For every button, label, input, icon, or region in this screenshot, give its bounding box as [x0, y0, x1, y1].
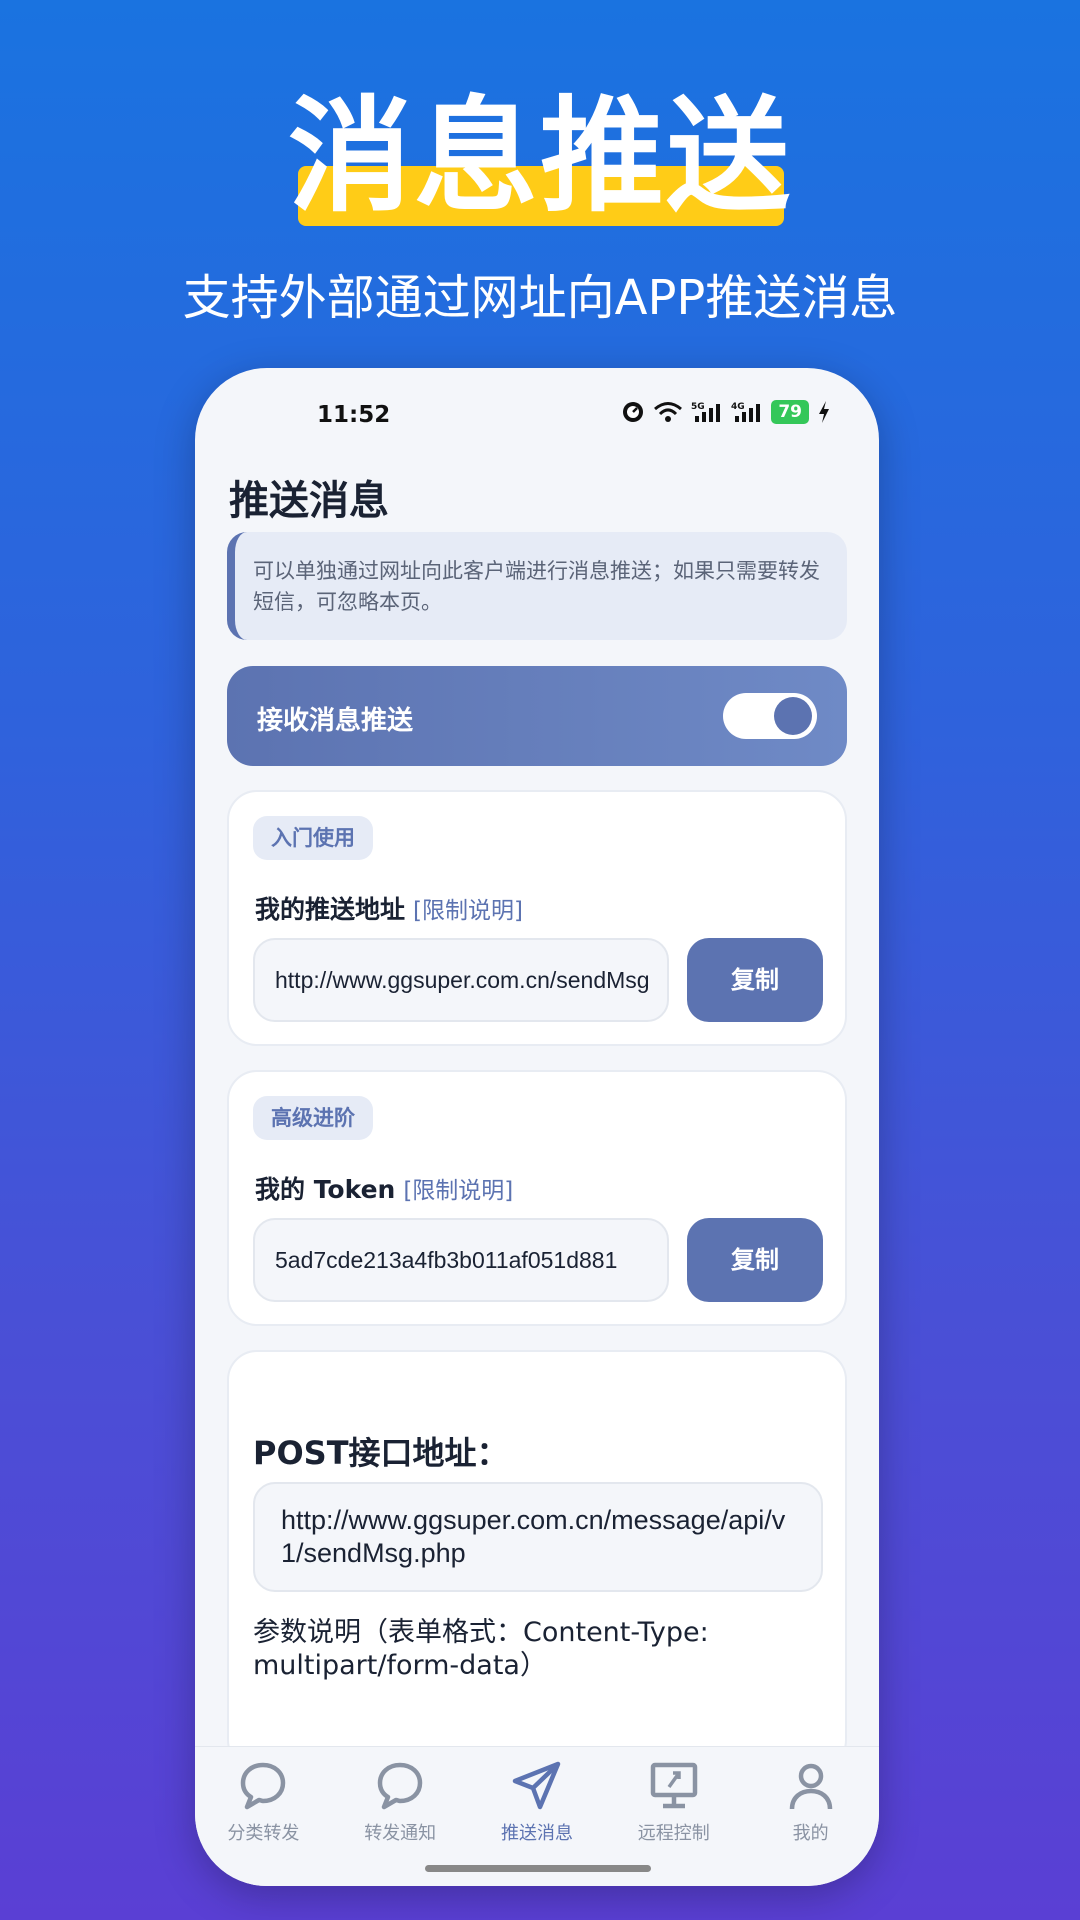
- remote-monitor-icon: [650, 1762, 698, 1809]
- signal-5g-label: 5G: [691, 402, 705, 412]
- push-address-field[interactable]: http://www.ggsuper.com.cn/sendMsg: [253, 938, 669, 1022]
- receive-push-toggle[interactable]: [723, 693, 817, 739]
- speedometer-icon: [623, 402, 644, 422]
- scroll-content[interactable]: 11:52 5G 4G 79 推送消息 可以单独通过网址向此客户端进行消息推送；…: [195, 368, 879, 1746]
- tab-push-message[interactable]: 推送消息: [469, 1759, 606, 1845]
- tab-label: 推送消息: [500, 1823, 573, 1844]
- post-api-card: POST接口地址： http://www.ggsuper.com.cn/mess…: [227, 1350, 847, 1746]
- signal-5g-icon: 5G: [691, 402, 721, 422]
- promo-title: 消息推送: [287, 85, 792, 229]
- promo-header: 消息推送: [0, 82, 1080, 232]
- basic-usage-tag: 入门使用: [253, 816, 373, 860]
- notice-box: 可以单独通过网址向此客户端进行消息推送；如果只需要转发短信，可忽略本页。: [227, 532, 847, 640]
- tab-category-forward[interactable]: 分类转发: [195, 1759, 332, 1845]
- post-api-title: POST接口地址：: [253, 1434, 509, 1472]
- token-label: 我的 Token [限制说明]: [255, 1170, 513, 1206]
- promo-subtitle: 支持外部通过网址向APP推送消息: [182, 270, 898, 326]
- status-icons: 5G 4G 79: [621, 400, 831, 424]
- wifi-icon: [654, 402, 683, 422]
- tab-mine[interactable]: 我的: [742, 1759, 879, 1845]
- bottom-tab-bar: 分类转发 转发通知 推送消息 远程控制 我的: [195, 1746, 879, 1886]
- param-description: 参数说明（表单格式：Content-Type: multipart/form-d…: [253, 1617, 709, 1681]
- token-field[interactable]: 5ad7cde213a4fb3b011af051d881: [253, 1218, 669, 1302]
- tab-label: 我的: [792, 1823, 829, 1844]
- phone-frame: 11:52 5G 4G 79 推送消息 可以单独通过网址向此客户端进行消息推送；…: [195, 368, 879, 1886]
- page-title: 推送消息: [229, 478, 389, 524]
- advanced-tag: 高级进阶: [253, 1096, 373, 1140]
- copy-token-button[interactable]: 复制: [687, 1218, 823, 1302]
- push-address-label-text: 我的推送地址: [255, 895, 406, 924]
- chat-bubble-icon: [241, 1762, 286, 1810]
- toggle-knob: [774, 697, 812, 735]
- tab-label: 转发通知: [364, 1823, 437, 1844]
- receive-push-card: 接收消息推送: [227, 666, 847, 766]
- token-label-text: 我的 Token: [255, 1175, 396, 1204]
- advanced-card: 高级进阶 我的 Token [限制说明] 5ad7cde213a4fb3b011a…: [227, 1070, 847, 1326]
- charging-bolt-icon: [819, 401, 829, 423]
- tab-remote-control[interactable]: 远程控制: [605, 1759, 742, 1845]
- basic-usage-card: 入门使用 我的推送地址 [限制说明] http://www.ggsuper.com…: [227, 790, 847, 1046]
- status-time: 11:52: [317, 402, 391, 428]
- signal-4g-label: 4G: [731, 402, 745, 412]
- post-api-url[interactable]: http://www.ggsuper.com.cn/message/api/v1…: [253, 1482, 823, 1592]
- tab-label: 远程控制: [637, 1823, 710, 1844]
- token-help-link[interactable]: [限制说明]: [403, 1178, 513, 1204]
- signal-4g-icon: 4G: [731, 402, 761, 422]
- notice-text: 可以单独通过网址向此客户端进行消息推送；如果只需要转发短信，可忽略本页。: [253, 559, 820, 614]
- paper-plane-icon: [512, 1761, 561, 1810]
- tab-forward-notification[interactable]: 转发通知: [332, 1759, 469, 1845]
- chat-bubble-icon: [377, 1762, 423, 1810]
- receive-push-label: 接收消息推送: [257, 706, 414, 736]
- user-icon: [789, 1763, 832, 1810]
- home-indicator[interactable]: [425, 1865, 651, 1872]
- copy-address-button[interactable]: 复制: [687, 938, 823, 1022]
- push-address-help-link[interactable]: [限制说明]: [413, 898, 523, 924]
- battery-indicator: 79: [771, 400, 809, 424]
- tab-label: 分类转发: [227, 1823, 300, 1844]
- push-address-label: 我的推送地址 [限制说明]: [255, 890, 523, 926]
- status-bar: 11:52 5G 4G 79: [195, 396, 879, 440]
